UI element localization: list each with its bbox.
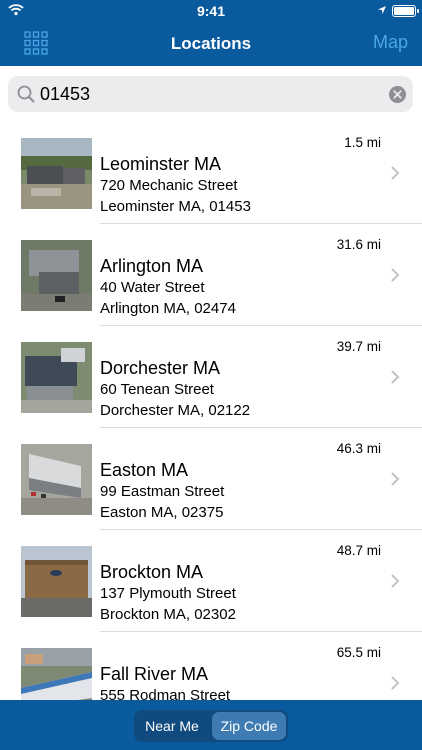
location-row[interactable]: Arlington MA 40 Water Street Arlington M… bbox=[0, 224, 422, 326]
page-title: Locations bbox=[170, 34, 252, 53]
status-time: 9:41 bbox=[196, 3, 226, 19]
location-distance: 65.5 mi bbox=[336, 645, 381, 660]
location-row[interactable]: Dorchester MA 60 Tenean Street Dorcheste… bbox=[0, 326, 422, 428]
battery-icon bbox=[392, 5, 419, 17]
location-street: 40 Water Street bbox=[100, 279, 205, 296]
search-field-container[interactable] bbox=[8, 76, 413, 112]
top-bar: 9:41 Locations Map bbox=[0, 0, 422, 66]
location-city: Brockton MA, 02302 bbox=[100, 606, 236, 623]
location-distance: 39.7 mi bbox=[336, 339, 381, 354]
search-mode-segmented-control: Near Me Zip Code bbox=[134, 710, 288, 742]
clear-search-icon[interactable] bbox=[389, 86, 406, 103]
location-street: 99 Eastman Street bbox=[100, 483, 225, 500]
status-bar: 9:41 bbox=[0, 0, 422, 22]
search-icon bbox=[17, 85, 35, 103]
location-street: 60 Tenean Street bbox=[100, 381, 214, 398]
location-row[interactable]: Leominster MA 720 Mechanic Street Leomin… bbox=[0, 122, 422, 224]
chevron-right-icon bbox=[391, 166, 400, 180]
location-street: 555 Rodman Street bbox=[100, 687, 231, 700]
location-photo bbox=[21, 138, 92, 209]
location-city: Easton MA, 02375 bbox=[100, 504, 224, 521]
bottom-toolbar: Near Me Zip Code bbox=[0, 700, 422, 750]
chevron-right-icon bbox=[391, 472, 400, 486]
chevron-right-icon bbox=[391, 574, 400, 588]
location-photo bbox=[21, 240, 92, 311]
search-bar bbox=[0, 66, 422, 122]
near-me-segment[interactable]: Near Me bbox=[136, 712, 208, 740]
navigation-bar: Locations Map bbox=[0, 22, 422, 66]
location-photo bbox=[21, 648, 92, 700]
location-row[interactable]: Fall River MA 555 Rodman Street 65.5 mi bbox=[0, 632, 422, 700]
location-photo bbox=[21, 444, 92, 515]
location-street: 720 Mechanic Street bbox=[100, 177, 238, 194]
chevron-right-icon bbox=[391, 268, 400, 282]
location-name: Brockton MA bbox=[100, 562, 204, 582]
location-distance: 1.5 mi bbox=[344, 135, 381, 150]
zip-code-segment[interactable]: Zip Code bbox=[212, 712, 286, 740]
chevron-right-icon bbox=[391, 676, 400, 690]
location-arrow-icon bbox=[378, 6, 386, 14]
location-city: Leominster MA, 01453 bbox=[100, 198, 251, 215]
location-city: Dorchester MA, 02122 bbox=[100, 402, 251, 419]
location-distance: 46.3 mi bbox=[336, 441, 381, 456]
location-name: Fall River MA bbox=[100, 664, 209, 684]
chevron-right-icon bbox=[391, 370, 400, 384]
location-name: Leominster MA bbox=[100, 154, 222, 174]
location-street: 137 Plymouth Street bbox=[100, 585, 236, 602]
location-photo bbox=[21, 342, 92, 413]
location-name: Arlington MA bbox=[100, 256, 204, 276]
search-input[interactable] bbox=[40, 76, 380, 112]
location-row[interactable]: Easton MA 99 Eastman Street Easton MA, 0… bbox=[0, 428, 422, 530]
locations-list: Leominster MA 720 Mechanic Street Leomin… bbox=[0, 122, 422, 700]
location-photo bbox=[21, 546, 92, 617]
location-name: Dorchester MA bbox=[100, 358, 221, 378]
location-row[interactable]: Brockton MA 137 Plymouth Street Brockton… bbox=[0, 530, 422, 632]
location-distance: 31.6 mi bbox=[336, 237, 381, 252]
location-city: Arlington MA, 02474 bbox=[100, 300, 236, 317]
map-button[interactable]: Map bbox=[373, 32, 408, 53]
location-distance: 48.7 mi bbox=[336, 543, 381, 558]
location-name: Easton MA bbox=[100, 460, 189, 480]
